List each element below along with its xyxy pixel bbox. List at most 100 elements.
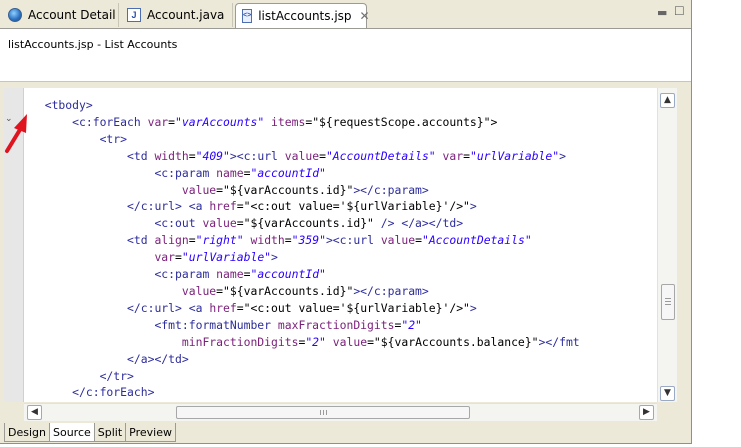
code-line: <c:forEach var="varAccounts" items="${re…	[31, 114, 580, 131]
code-line: minFractionDigits="2" value="${varAccoun…	[31, 334, 580, 351]
code-token: name	[216, 267, 244, 282]
code-token: ="${varAccounts.id}"	[236, 216, 374, 231]
editor-tab-bar: Account Detail J Account.java <> listAcc…	[0, 0, 691, 29]
code-token: minFractionDigits	[181, 334, 299, 349]
code-token: "right"	[195, 233, 244, 248]
code-token: </c:forEach>	[31, 385, 155, 400]
code-token: items	[271, 114, 306, 129]
code-token: ="${requestScope.accounts}">	[305, 114, 498, 129]
source-editor[interactable]: <tbody> <c:forEach var="varAccounts" ite…	[24, 88, 657, 402]
code-token: value	[202, 216, 237, 231]
code-token: value	[284, 148, 320, 163]
code-token: value	[181, 283, 217, 298]
code-token: ="${varAccounts.balance}"	[367, 334, 539, 349]
java-file-icon: J	[127, 8, 141, 22]
code-token: ><c:url	[325, 233, 381, 248]
code-token: <tr>	[31, 131, 128, 146]
tab-preview[interactable]: Preview	[125, 423, 176, 442]
tab-label: listAccounts.jsp	[258, 9, 352, 23]
tab-split[interactable]: Split	[93, 423, 127, 442]
code-token: value	[332, 334, 368, 349]
maximize-icon[interactable]: ☐	[674, 4, 685, 18]
tab-source[interactable]: Source	[48, 423, 95, 442]
code-token: width	[250, 233, 285, 248]
code-token: ="${varAccounts.id}"	[216, 182, 354, 197]
code-token: /> </a></td>	[373, 216, 464, 231]
code-token: >	[559, 148, 566, 163]
code-token: "AccountDetails"	[421, 233, 532, 248]
code-token: "359"	[291, 233, 326, 248]
scroll-down-button[interactable]: ▼	[660, 386, 675, 401]
tab-list-accounts-jsp[interactable]: <> listAccounts.jsp ✕	[235, 3, 370, 28]
code-token: value	[181, 182, 217, 197]
code-line: <td width="409"><c:url value="AccountDet…	[31, 148, 580, 165]
code-line: value="${varAccounts.id}"></c:param>	[31, 182, 580, 199]
code-token: =	[168, 114, 176, 129]
code-line: </c:forEach>	[31, 384, 580, 401]
code-token: "urlVariable"	[469, 148, 560, 163]
code-token: =	[175, 250, 182, 265]
vertical-scroll-thumb[interactable]	[661, 284, 675, 320]
code-token: </c:url> <a	[31, 300, 210, 315]
code-token: ="${varAccounts.id}"	[216, 283, 354, 298]
code-line: <c:param name="accountId"	[31, 266, 580, 283]
globe-icon	[8, 8, 22, 22]
horizontal-scroll-thumb[interactable]	[176, 406, 470, 419]
code-token: ></c:param>	[353, 283, 429, 298]
code-token: var	[154, 250, 176, 265]
code-line: <fmt:formatNumber maxFractionDigits="2"	[31, 317, 580, 334]
code-token: <c:param	[31, 267, 217, 282]
source-code: <tbody> <c:forEach var="varAccounts" ite…	[31, 97, 580, 401]
code-token: "409"	[195, 148, 230, 163]
code-token: ="<c:out value='${urlVariable}'/>"	[236, 300, 470, 315]
editor-ruler: ⌄	[4, 88, 24, 402]
code-token: </tr>	[31, 368, 134, 383]
minimize-icon[interactable]: ▬	[657, 6, 667, 19]
code-token: =	[284, 233, 292, 248]
code-line: </a></td>	[31, 351, 580, 368]
code-token: "accountId"	[250, 267, 326, 282]
scroll-right-button[interactable]: ▶	[639, 405, 654, 420]
code-token: align	[154, 233, 189, 248]
code-token: >	[469, 199, 477, 214]
code-line: <td align="right" width="359"><c:url val…	[31, 232, 580, 249]
code-token: var	[442, 148, 464, 163]
code-token: <td	[31, 233, 155, 248]
code-token: <fmt:formatNumber	[31, 317, 278, 332]
code-line: </tr>	[31, 368, 580, 385]
horizontal-scrollbar[interactable]: ◀ ▶	[24, 403, 657, 421]
code-token: <tbody>	[31, 98, 93, 112]
tab-account-detail[interactable]: Account Detail	[2, 3, 119, 27]
code-token: "varAccounts"	[175, 114, 265, 129]
scroll-left-button[interactable]: ◀	[27, 405, 42, 420]
code-token: href	[209, 300, 237, 315]
code-token: >	[469, 300, 477, 315]
code-line: <c:param name="accountId"	[31, 165, 580, 182]
quick-diff-marker-icon: ⌄	[5, 114, 13, 124]
code-token: <c:out	[31, 216, 203, 231]
code-token: "urlVariable"	[181, 250, 272, 265]
tab-label: Account.java	[147, 8, 225, 22]
code-token: href	[209, 199, 237, 214]
code-token: ></fmt	[538, 334, 580, 349]
code-token: =	[319, 148, 326, 163]
code-token: "2"	[305, 334, 326, 349]
tab-label: Account Detail	[28, 8, 116, 22]
code-token: =	[188, 233, 196, 248]
code-token: =	[188, 148, 196, 163]
code-token: "accountId"	[250, 165, 326, 180]
scroll-up-button[interactable]: ▲	[660, 93, 675, 108]
tab-design[interactable]: Design	[4, 423, 50, 442]
vertical-scrollbar[interactable]: ▲ ▼	[657, 88, 677, 402]
code-line: </c:url> <a href="<c:out value='${urlVar…	[31, 300, 580, 317]
code-token: </a></td>	[31, 351, 189, 366]
tab-account-java[interactable]: J Account.java	[121, 3, 233, 27]
code-token: =	[415, 233, 422, 248]
jsp-file-icon: <>	[242, 9, 253, 23]
code-token: value	[380, 233, 416, 248]
editor-mode-tabs: Design Source Split Preview	[4, 423, 176, 442]
close-tab-icon[interactable]: ✕	[360, 9, 370, 23]
